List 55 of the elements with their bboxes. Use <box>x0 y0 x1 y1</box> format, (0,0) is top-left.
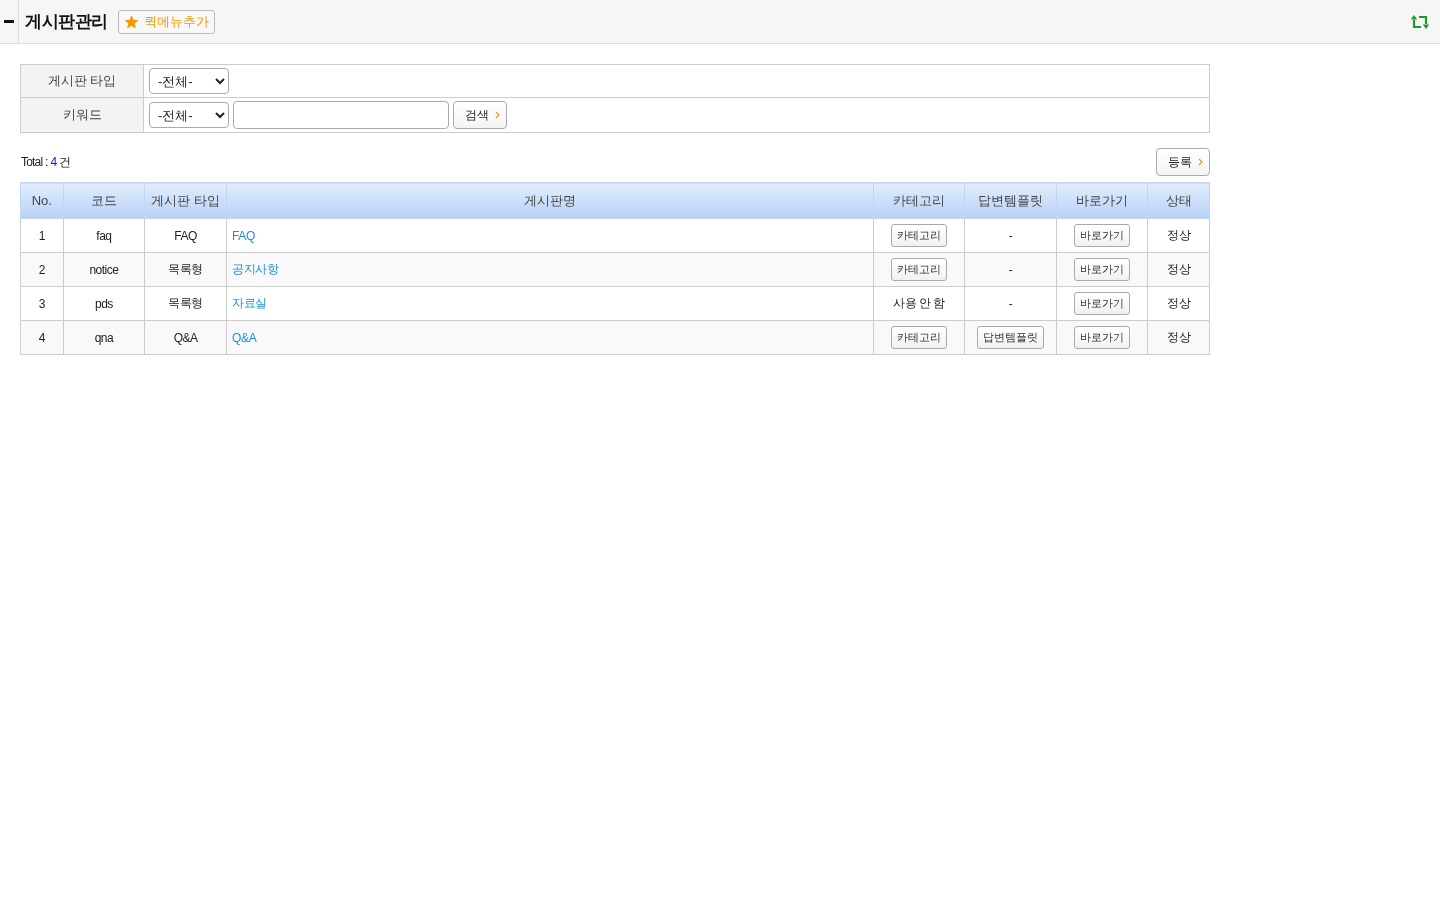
table-cell: - <box>964 252 1057 287</box>
column-header: No. <box>20 182 64 219</box>
board-name-link[interactable]: 자료실 <box>231 296 267 310</box>
table-cell: faq <box>63 218 145 253</box>
column-header: 게시판 타입 <box>144 182 227 219</box>
table-cell: 목록형 <box>144 286 227 321</box>
table-cell: - <box>964 218 1057 253</box>
table-cell: Q&A <box>144 320 227 355</box>
category-button[interactable]: 카테고리 <box>891 258 948 281</box>
table-cell: 정상 <box>1147 286 1210 321</box>
table-cell: qna <box>63 320 145 355</box>
table-cell: 사용 안 함 <box>873 286 965 321</box>
refresh-icon[interactable] <box>1410 13 1430 30</box>
column-header: 답변템플릿 <box>964 182 1057 219</box>
table-cell: notice <box>63 252 145 287</box>
total-label: Total : <box>21 154 48 169</box>
table-cell: 2 <box>20 252 64 287</box>
board-name-link[interactable]: FAQ <box>231 228 255 243</box>
minus-icon[interactable] <box>3 20 14 23</box>
page-title: 게시판관리 <box>25 11 108 33</box>
column-header: 상태 <box>1147 182 1210 219</box>
chevron-icon <box>495 111 500 119</box>
table-cell: pds <box>63 286 145 321</box>
keyword-field[interactable] <box>233 101 449 129</box>
table-cell: 목록형 <box>144 252 227 287</box>
total-unit: 건 <box>59 153 71 171</box>
category-button[interactable]: 카테고리 <box>891 326 948 349</box>
shortcut-button[interactable]: 바로가기 <box>1073 258 1130 281</box>
table-cell: - <box>964 286 1057 321</box>
column-header: 게시판명 <box>226 182 874 219</box>
shortcut-button[interactable]: 바로가기 <box>1073 292 1130 315</box>
shortcut-button[interactable]: 바로가기 <box>1073 224 1130 247</box>
column-header: 카테고리 <box>873 182 965 219</box>
category-button[interactable]: 카테고리 <box>891 224 948 247</box>
table-cell: 정상 <box>1147 320 1210 355</box>
board-name-link[interactable]: 공지사항 <box>231 262 279 276</box>
table-cell: 정상 <box>1147 218 1210 253</box>
filter-label: 키워드 <box>20 97 144 133</box>
table-cell: 4 <box>20 320 64 355</box>
search-button[interactable]: 검색 <box>453 101 507 129</box>
table-cell: 1 <box>20 218 64 253</box>
filter-select[interactable]: -전체- <box>149 68 229 94</box>
reply-template-button[interactable]: 답변템플릿 <box>977 326 1044 349</box>
star-icon <box>123 14 139 29</box>
chevron-icon <box>1198 158 1203 166</box>
column-header: 바로가기 <box>1056 182 1148 219</box>
shortcut-button[interactable]: 바로가기 <box>1073 326 1130 349</box>
total-count: 4 <box>50 154 57 169</box>
filter-label: 게시판 타입 <box>20 64 144 98</box>
column-header: 코드 <box>63 182 145 219</box>
table-cell: 3 <box>20 286 64 321</box>
filter-select[interactable]: -전체- <box>149 102 229 128</box>
register-button[interactable]: 등록 <box>1156 148 1210 176</box>
table-cell: 정상 <box>1147 252 1210 287</box>
table-cell: FAQ <box>144 218 227 253</box>
